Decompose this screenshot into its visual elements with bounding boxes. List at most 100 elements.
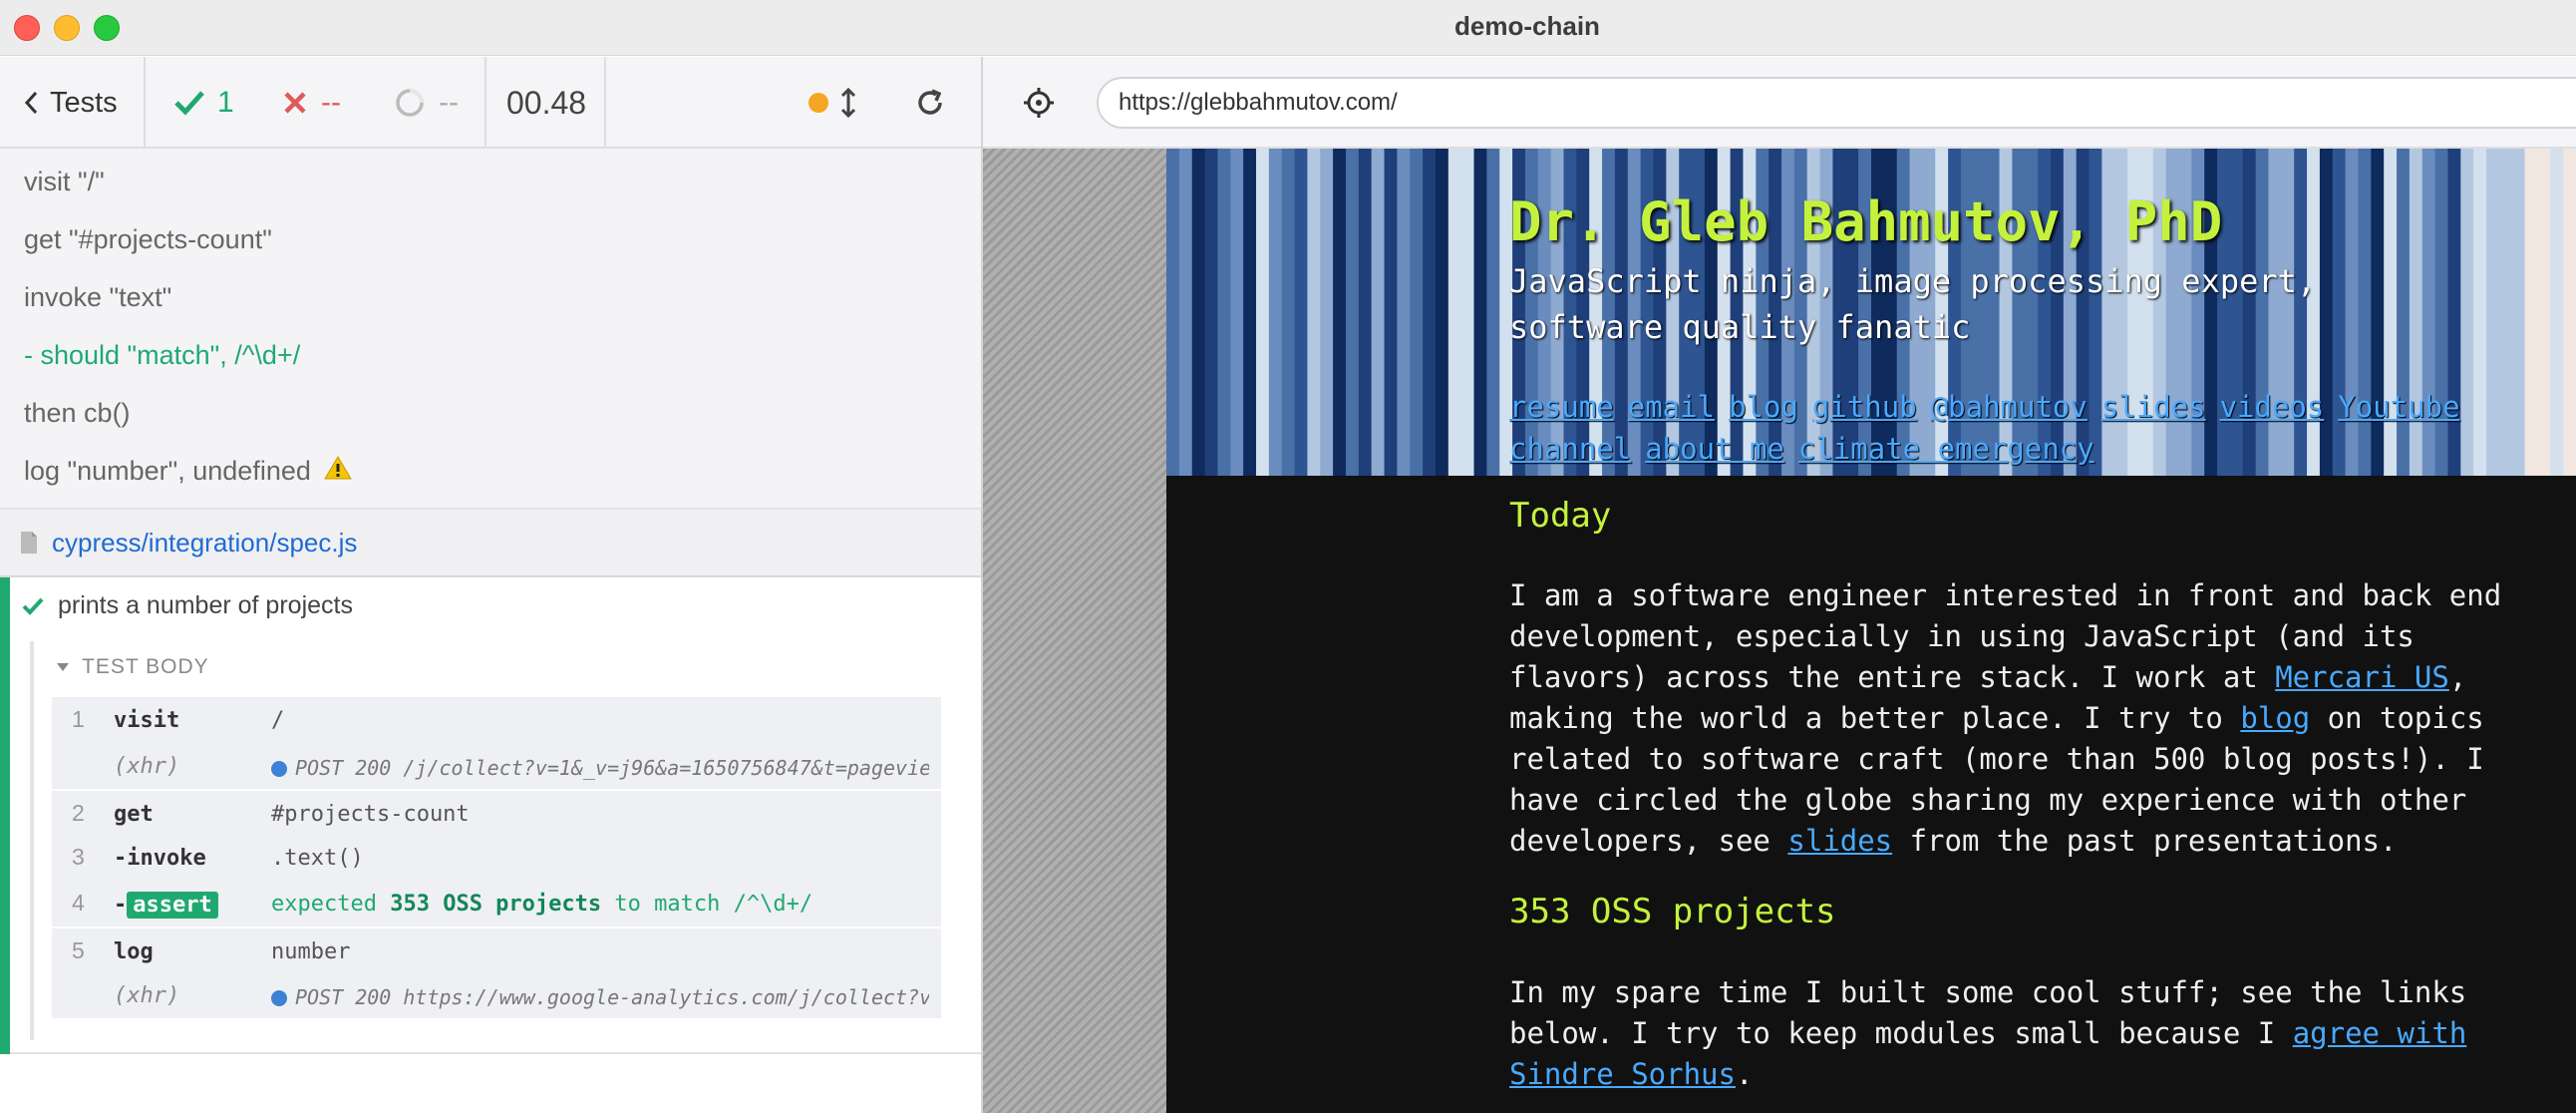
- file-icon: [21, 532, 37, 554]
- caret-down-icon: [57, 663, 69, 671]
- test-title-row[interactable]: prints a number of projects: [22, 591, 353, 620]
- xhr-dot-icon: [271, 990, 287, 1006]
- duration: 00.48: [506, 84, 587, 121]
- reload-icon: [918, 89, 942, 115]
- link-about[interactable]: about me: [1645, 432, 1784, 466]
- command-row[interactable]: (xhr) POST 200 https://www.google-analyt…: [52, 972, 941, 1018]
- passed-count: 1: [217, 86, 234, 119]
- test-body-toggle[interactable]: TEST BODY: [56, 655, 209, 679]
- tests-label: Tests: [50, 86, 118, 119]
- rerun-button[interactable]: [915, 57, 945, 149]
- link-videos[interactable]: videos: [2220, 390, 2325, 424]
- xhr-dot-icon: [271, 761, 287, 777]
- projects-count: 353 OSS projects: [1509, 892, 1836, 931]
- command-name: -invoke: [114, 846, 206, 871]
- command-row[interactable]: 1 visit /: [52, 697, 941, 743]
- check-icon: [22, 597, 44, 615]
- command-name: (xhr): [114, 983, 180, 1008]
- command-message: #projects-count: [271, 802, 470, 827]
- assert-badge: assert: [127, 892, 218, 919]
- selector-playground-icon[interactable]: [1023, 87, 1055, 119]
- spec-file-link[interactable]: cypress/integration/spec.js: [52, 528, 357, 558]
- link-github[interactable]: github: [1812, 390, 1917, 424]
- assert-value: 353 OSS projects: [390, 892, 602, 917]
- cmd-then[interactable]: then cb(): [24, 398, 131, 429]
- today-heading: Today: [1509, 496, 1612, 536]
- command-table: 1 visit / (xhr) POST 200 /j/collect?v=1&…: [52, 697, 941, 1018]
- xhr-message: POST 200 /j/collect?v=1&_v=j96&a=1650756…: [295, 756, 929, 780]
- cmd-log[interactable]: log "number", undefined: [24, 456, 353, 487]
- window-titlebar: demo-chain: [0, 0, 2576, 56]
- cmd-get[interactable]: get "#projects-count": [24, 224, 272, 255]
- pending-stat: --: [395, 57, 459, 149]
- aut-iframe-area: Dr. Gleb Bahmutov, PhD JavaScript ninja,…: [983, 149, 2576, 1113]
- projects-paragraph: In my spare time I built some cool stuff…: [1509, 972, 2566, 1095]
- status-dot-icon: [808, 93, 828, 113]
- command-name: (xhr): [114, 754, 180, 779]
- command-name: log: [114, 939, 154, 964]
- site-nav-links: resume email blog github @bahmutov slides vide…: [1509, 386, 2506, 470]
- test-indent-line: [30, 641, 34, 1040]
- command-message: POST 200 /j/collect?v=1&_v=j96&a=1650756…: [271, 756, 929, 780]
- warning-icon: [324, 456, 353, 487]
- cmd-invoke[interactable]: invoke "text": [24, 282, 171, 313]
- cmd-visit[interactable]: visit "/": [24, 167, 105, 197]
- command-log: visit "/" get "#projects-count" invoke "…: [0, 149, 981, 567]
- test-title: prints a number of projects: [58, 591, 353, 619]
- test-pane: prints a number of projects TEST BODY 1 …: [0, 577, 981, 1054]
- command-number: 4: [72, 890, 85, 916]
- pending-count: --: [439, 86, 459, 119]
- failed-stat: --: [283, 57, 341, 149]
- cmd-should[interactable]: - should "match", /^\d+/: [24, 340, 300, 371]
- tests-back-button[interactable]: Tests: [24, 57, 118, 149]
- command-number: 2: [72, 800, 85, 826]
- command-message: .text(): [271, 846, 364, 871]
- failed-count: --: [321, 86, 341, 119]
- link-twitter[interactable]: @bahmutov: [1931, 390, 2088, 424]
- chevron-left-icon: [24, 91, 38, 115]
- command-row[interactable]: 3 -invoke .text(): [52, 835, 941, 881]
- para-text: .: [1735, 1057, 1754, 1091]
- passed-stat: 1: [173, 57, 234, 149]
- command-number: 3: [72, 844, 85, 870]
- command-message: POST 200 https://www.google-analytics.co…: [271, 985, 929, 1009]
- link-blog[interactable]: blog: [1729, 390, 1798, 424]
- command-row[interactable]: (xhr) POST 200 /j/collect?v=1&_v=j96&a=1…: [52, 743, 941, 789]
- spec-file-bar: cypress/integration/spec.js: [0, 508, 981, 577]
- site-heading: Dr. Gleb Bahmutov, PhD: [1509, 190, 2223, 253]
- aut-url-bar: https://glebbahmutov.com/: [983, 57, 2576, 149]
- x-icon: [284, 92, 306, 114]
- link-email[interactable]: email: [1628, 390, 1715, 424]
- link-resume[interactable]: resume: [1509, 390, 1614, 424]
- link-blog-inline[interactable]: blog: [2240, 701, 2310, 735]
- auto-scroll-toggle[interactable]: [807, 57, 857, 149]
- xhr-message: POST 200 https://www.google-analytics.co…: [295, 985, 929, 1009]
- command-row[interactable]: 4 - assert expected 353 OSS projects to m…: [52, 881, 941, 927]
- para-text: from the past presentations.: [1892, 824, 2398, 858]
- command-name: get: [114, 802, 154, 827]
- link-climate[interactable]: climate emergency: [1798, 432, 2094, 466]
- url-input[interactable]: https://glebbahmutov.com/: [1097, 77, 2576, 129]
- link-slides-inline[interactable]: slides: [1787, 824, 1892, 858]
- stats-bar: Tests 1 -- -- 00.48: [0, 57, 981, 149]
- command-row[interactable]: 2 get #projects-count: [52, 789, 941, 835]
- test-body-label: TEST BODY: [82, 655, 209, 678]
- link-mercari[interactable]: Mercari US: [2275, 660, 2449, 694]
- window-title: demo-chain: [1454, 11, 1600, 41]
- assert-pre: expected: [271, 892, 377, 917]
- cmd-log-text: log "number", undefined: [24, 456, 311, 486]
- command-row[interactable]: 5 log number: [52, 927, 941, 972]
- assert-dash: -: [114, 893, 128, 918]
- command-name: visit: [114, 708, 180, 733]
- command-number: 1: [72, 706, 85, 732]
- command-number: 5: [72, 937, 85, 963]
- assert-post: to match /^\d+/: [614, 892, 813, 917]
- command-message: /: [271, 708, 285, 733]
- scroll-arrows-icon: [840, 88, 856, 118]
- command-name: - assert: [114, 892, 218, 919]
- reporter-panel: Tests 1 -- -- 00.48 visit "/" get "#proj…: [0, 57, 983, 1113]
- assert-message: expected 353 OSS projects to match /^\d+…: [271, 892, 929, 917]
- intro-paragraph: I am a software engineer interested in f…: [1509, 575, 2566, 862]
- command-message: number: [271, 939, 351, 964]
- link-slides[interactable]: slides: [2101, 390, 2206, 424]
